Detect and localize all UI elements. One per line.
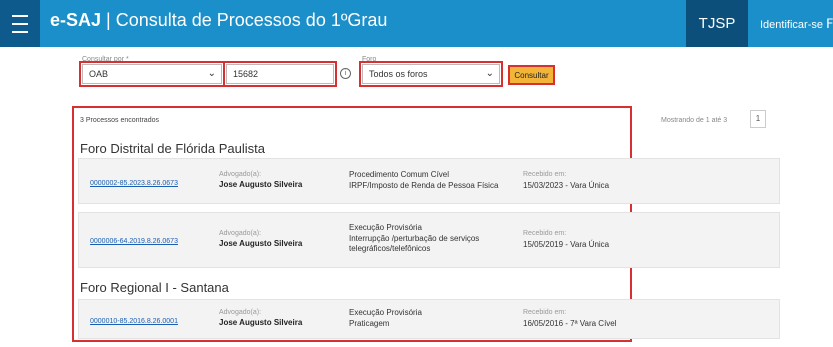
pagination-info: Mostrando de 1 até 3 xyxy=(661,117,728,124)
results-count: 3 Processos encontrados xyxy=(80,117,159,124)
oab-value: 15682 xyxy=(233,69,259,79)
info-icon[interactable]: i xyxy=(340,68,351,79)
process-subject: Interrupção /perturbação de serviços tel… xyxy=(349,234,480,253)
consultar-button[interactable]: Consultar xyxy=(508,65,555,85)
consultar-por-value: OAB xyxy=(89,69,109,79)
process-subject: IRPF/Imposto de Renda de Pessoa Física xyxy=(349,181,499,190)
app-subtitle: | Consulta de Processos do 1ºGrau xyxy=(101,10,388,30)
consultar-por-select[interactable]: OAB ⌄ xyxy=(79,61,225,87)
hamburger-icon xyxy=(12,12,28,36)
advogado-label: Advogado(a): xyxy=(219,309,262,316)
process-card: 0000002-85.2023.8.26.0673 Advogado(a): J… xyxy=(78,158,780,204)
page-number-button[interactable]: 1 xyxy=(750,110,766,128)
recebido-value: 15/05/2019 - Vara Única xyxy=(523,240,610,249)
app-brand: e-SAJ xyxy=(50,10,102,30)
tjsp-logo[interactable]: TJSP xyxy=(686,0,748,47)
advogado-name: Jose Augusto Silveira xyxy=(219,318,303,327)
group-title: Foro Regional I - Santana xyxy=(80,280,229,295)
top-bar: e-SAJ | Consulta de Processos do 1ºGrau … xyxy=(0,0,833,47)
user-icon: 𝖥 xyxy=(825,16,833,31)
recebido-value: 15/03/2023 - Vara Única xyxy=(523,181,610,190)
recebido-value: 16/05/2016 - 7ª Vara Cível xyxy=(523,319,617,328)
process-card: 0000010-85.2016.8.26.0001 Advogado(a): J… xyxy=(78,299,780,339)
recebido-label: Recebido em: xyxy=(523,309,567,316)
process-card: 0000006-64.2019.8.26.0673 Advogado(a): J… xyxy=(78,212,780,268)
foro-value: Todos os foros xyxy=(369,69,428,79)
chevron-down-icon: ⌄ xyxy=(207,68,216,79)
advogado-name: Jose Augusto Silveira xyxy=(219,239,303,248)
process-class: Procedimento Comum Cível xyxy=(349,170,450,179)
identificar-label: Identificar-se xyxy=(760,19,823,31)
process-class: Execução Provisória xyxy=(349,223,422,232)
identificar-link[interactable]: Identificar-se 𝖥 xyxy=(760,16,833,32)
recebido-label: Recebido em: xyxy=(523,171,567,178)
foro-label: Foro xyxy=(362,56,377,63)
consultar-por-label: Consultar por * xyxy=(82,56,129,63)
menu-button[interactable] xyxy=(0,0,40,47)
advogado-label: Advogado(a): xyxy=(219,230,262,237)
recebido-label: Recebido em: xyxy=(523,230,567,237)
group-title: Foro Distrital de Flórida Paulista xyxy=(80,141,265,156)
advogado-name: Jose Augusto Silveira xyxy=(219,180,303,189)
process-subject: Praticagem xyxy=(349,319,390,328)
process-number-link[interactable]: 0000010-85.2016.8.26.0001 xyxy=(90,318,178,325)
oab-input[interactable]: 15682 xyxy=(223,61,337,87)
advogado-label: Advogado(a): xyxy=(219,171,262,178)
chevron-down-icon: ⌄ xyxy=(485,68,494,79)
app-title: e-SAJ | Consulta de Processos do 1ºGrau xyxy=(50,10,387,31)
process-number-link[interactable]: 0000002-85.2023.8.26.0673 xyxy=(90,180,178,187)
process-number-link[interactable]: 0000006-64.2019.8.26.0673 xyxy=(90,238,178,245)
process-class: Execução Provisória xyxy=(349,308,422,317)
foro-select[interactable]: Todos os foros ⌄ xyxy=(359,61,503,87)
